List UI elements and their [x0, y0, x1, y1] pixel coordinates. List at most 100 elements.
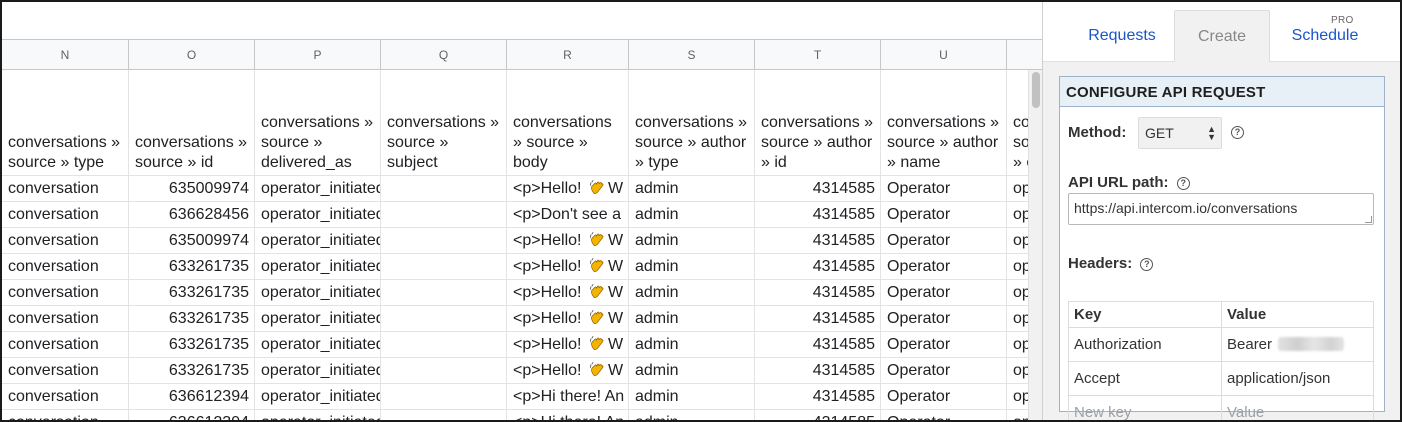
cell-subject[interactable]: [381, 306, 507, 332]
cell-delivered-as[interactable]: operator_initiated: [255, 176, 381, 202]
cell-id[interactable]: 636628456: [129, 202, 255, 228]
cell-subject[interactable]: [381, 176, 507, 202]
cell-author-type[interactable]: admin: [629, 202, 755, 228]
column-header-next[interactable]: [1007, 40, 1042, 70]
cell-body[interactable]: <p>Hi there! An: [507, 384, 629, 410]
cell-delivered-as[interactable]: operator_initiated: [255, 358, 381, 384]
column-header-p[interactable]: P: [255, 40, 381, 70]
cell-author-type[interactable]: admin: [629, 332, 755, 358]
cell-author-id[interactable]: 4314585: [755, 280, 881, 306]
cell-author-type[interactable]: admin: [629, 176, 755, 202]
header-key-input[interactable]: Accept: [1068, 361, 1222, 396]
cell-type[interactable]: conversation: [2, 410, 129, 420]
column-header-o[interactable]: O: [129, 40, 255, 70]
cell-author-type[interactable]: admin: [629, 228, 755, 254]
cell-author-name[interactable]: Operator: [881, 410, 1007, 420]
cell-delivered-as[interactable]: operator_initiated: [255, 384, 381, 410]
cell-body[interactable]: <p>Hello! W: [507, 228, 629, 254]
column-header-n[interactable]: N: [2, 40, 129, 70]
cell-body[interactable]: <p>Hello! W: [507, 332, 629, 358]
cell-subject[interactable]: [381, 280, 507, 306]
header-cell-id[interactable]: conversations » source » id: [129, 70, 255, 176]
formula-bar[interactable]: [2, 2, 1042, 40]
cell-body[interactable]: <p>Hello! W: [507, 176, 629, 202]
cell-subject[interactable]: [381, 384, 507, 410]
header-cell-subject[interactable]: conversations » source » subject: [381, 70, 507, 176]
cell-subject[interactable]: [381, 332, 507, 358]
cell-type[interactable]: conversation: [2, 254, 129, 280]
column-header-q[interactable]: Q: [381, 40, 507, 70]
cell-id[interactable]: 635009974: [129, 176, 255, 202]
column-header-t[interactable]: T: [755, 40, 881, 70]
cell-author-name[interactable]: Operator: [881, 228, 1007, 254]
url-help-icon[interactable]: ?: [1176, 177, 1190, 190]
header-cell-delivered-as[interactable]: conversations » source » delivered_as: [255, 70, 381, 176]
header-value-input[interactable]: Bearer: [1221, 327, 1374, 362]
cell-id[interactable]: 633261735: [129, 358, 255, 384]
cell-type[interactable]: conversation: [2, 384, 129, 410]
cell-author-name[interactable]: Operator: [881, 384, 1007, 410]
cell-author-type[interactable]: admin: [629, 280, 755, 306]
cell-subject[interactable]: [381, 410, 507, 420]
cell-author-type[interactable]: admin: [629, 358, 755, 384]
cell-body[interactable]: <p>Hello! W: [507, 280, 629, 306]
header-cell-body[interactable]: conversations » source » body: [507, 70, 629, 176]
cell-delivered-as[interactable]: operator_initiated: [255, 306, 381, 332]
cell-author-id[interactable]: 4314585: [755, 410, 881, 420]
header-cell-type[interactable]: conversations » source » type: [2, 70, 129, 176]
cell-delivered-as[interactable]: operator_initiated: [255, 202, 381, 228]
cell-id[interactable]: 636612394: [129, 410, 255, 420]
method-select[interactable]: GET ▲ ▼: [1138, 117, 1222, 149]
column-header-u[interactable]: U: [881, 40, 1007, 70]
new-value-input[interactable]: Value: [1221, 395, 1374, 420]
vertical-scrollbar[interactable]: [1028, 70, 1042, 420]
cell-id[interactable]: 635009974: [129, 228, 255, 254]
cell-delivered-as[interactable]: operator_initiated: [255, 332, 381, 358]
column-header-s[interactable]: S: [629, 40, 755, 70]
textarea-resize-handle[interactable]: [1365, 216, 1372, 223]
scrollbar-thumb[interactable]: [1032, 72, 1040, 108]
cell-body[interactable]: <p>Hello! W: [507, 254, 629, 280]
header-cell-author-type[interactable]: conversations » source » author » type: [629, 70, 755, 176]
cell-author-id[interactable]: 4314585: [755, 254, 881, 280]
cell-type[interactable]: conversation: [2, 280, 129, 306]
cell-author-id[interactable]: 4314585: [755, 332, 881, 358]
new-key-input[interactable]: New key: [1068, 395, 1222, 420]
header-value-input[interactable]: application/json: [1221, 361, 1374, 396]
tab-requests[interactable]: Requests: [1069, 10, 1175, 62]
cell-body[interactable]: <p>Hello! W: [507, 306, 629, 332]
cell-body[interactable]: <p>Don't see a: [507, 202, 629, 228]
cell-id[interactable]: 633261735: [129, 332, 255, 358]
cell-type[interactable]: conversation: [2, 332, 129, 358]
cell-body[interactable]: <p>Hi there! An: [507, 410, 629, 420]
cell-author-name[interactable]: Operator: [881, 358, 1007, 384]
tab-schedule[interactable]: Schedule: [1275, 10, 1375, 62]
cell-subject[interactable]: [381, 202, 507, 228]
cell-id[interactable]: 636612394: [129, 384, 255, 410]
headers-help-icon[interactable]: ?: [1140, 258, 1154, 271]
cell-id[interactable]: 633261735: [129, 306, 255, 332]
cell-author-id[interactable]: 4314585: [755, 358, 881, 384]
cell-author-name[interactable]: Operator: [881, 254, 1007, 280]
cell-author-type[interactable]: admin: [629, 410, 755, 420]
cell-author-id[interactable]: 4314585: [755, 228, 881, 254]
api-url-input[interactable]: https://api.intercom.io/conversations: [1068, 193, 1374, 225]
column-header-r[interactable]: R: [507, 40, 629, 70]
cell-author-name[interactable]: Operator: [881, 332, 1007, 358]
cell-id[interactable]: 633261735: [129, 280, 255, 306]
cell-author-id[interactable]: 4314585: [755, 176, 881, 202]
cell-author-id[interactable]: 4314585: [755, 306, 881, 332]
cell-author-type[interactable]: admin: [629, 384, 755, 410]
cell-author-type[interactable]: admin: [629, 254, 755, 280]
cell-delivered-as[interactable]: operator_initiated: [255, 410, 381, 420]
cell-author-type[interactable]: admin: [629, 306, 755, 332]
header-cell-author-name[interactable]: conversations » source » author » name: [881, 70, 1007, 176]
cell-type[interactable]: conversation: [2, 358, 129, 384]
cell-delivered-as[interactable]: operator_initiated: [255, 254, 381, 280]
cell-author-name[interactable]: Operator: [881, 306, 1007, 332]
cell-delivered-as[interactable]: operator_initiated: [255, 280, 381, 306]
cell-type[interactable]: conversation: [2, 306, 129, 332]
cell-subject[interactable]: [381, 228, 507, 254]
cell-author-id[interactable]: 4314585: [755, 384, 881, 410]
cell-subject[interactable]: [381, 358, 507, 384]
